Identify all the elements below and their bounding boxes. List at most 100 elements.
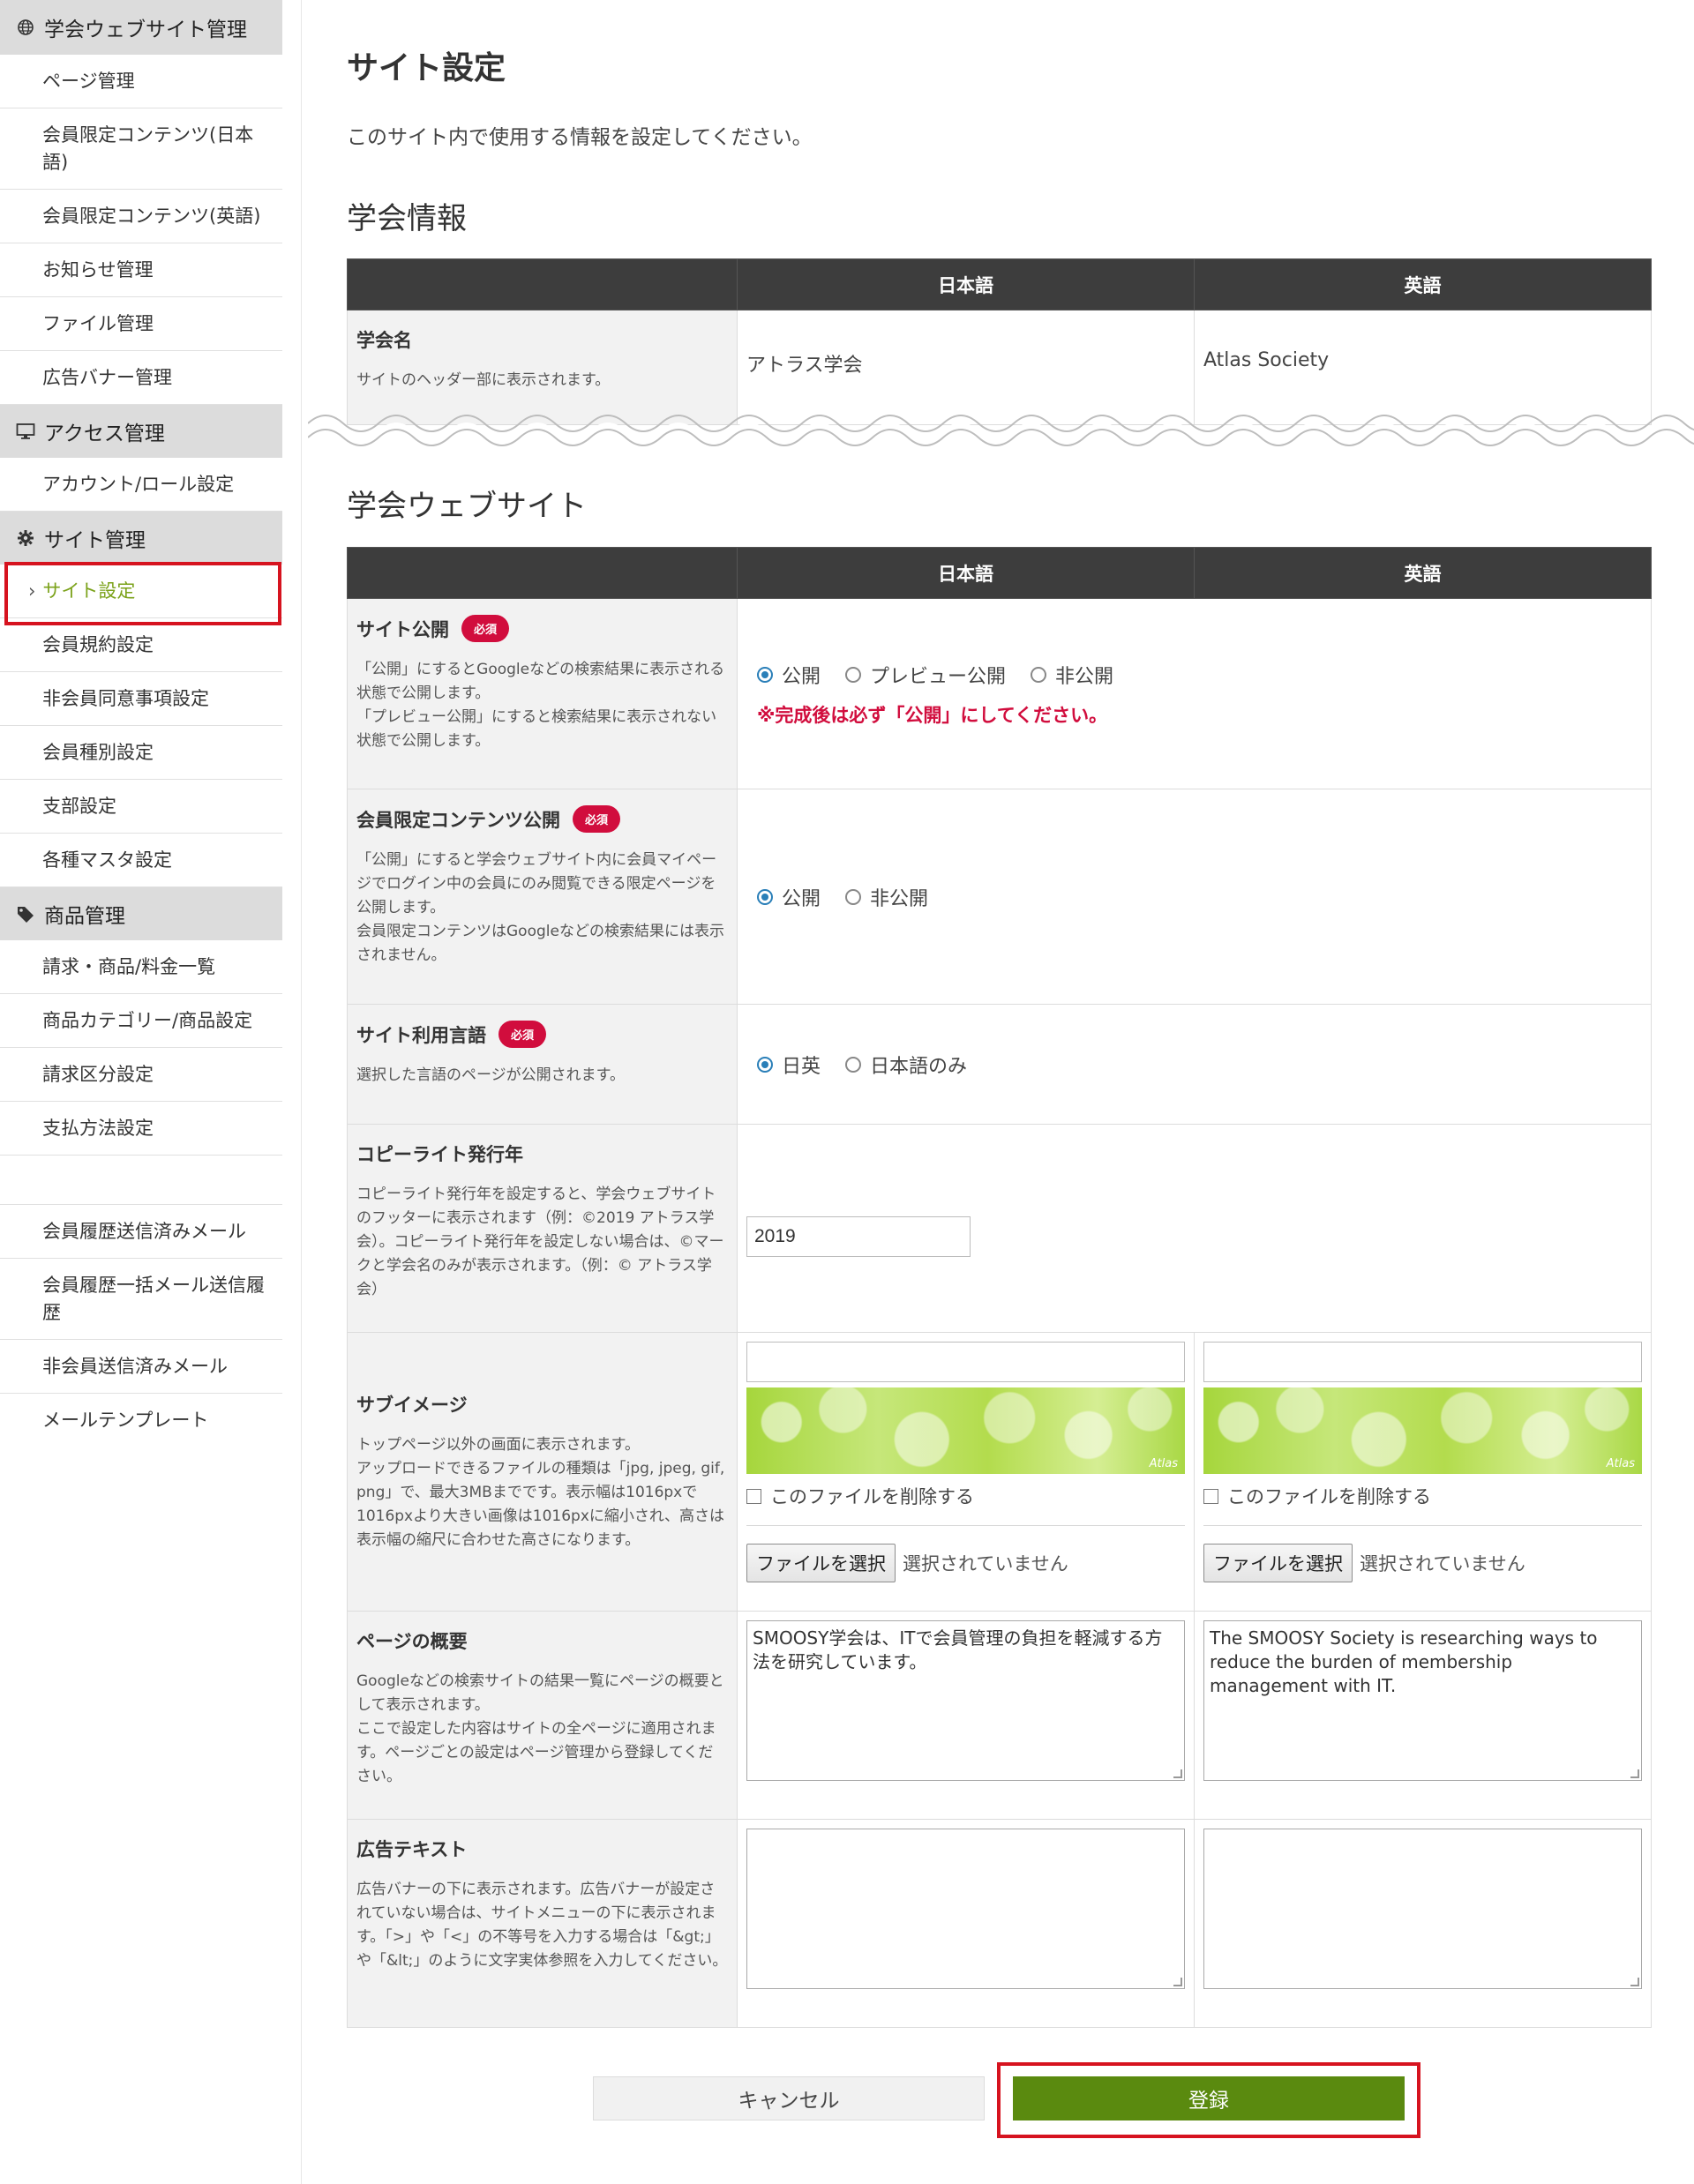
sidebar-section-label: 学会ウェブサイト管理 <box>44 19 247 41</box>
radio-preview-publish[interactable]: プレビュー公開 <box>845 661 1006 689</box>
sidebar-section-website[interactable]: 学会ウェブサイト管理 <box>0 0 282 55</box>
sidebar-item-files[interactable]: ファイル管理 <box>0 297 282 351</box>
sidebar-item-nonmember-mail[interactable]: 非会員送信済みメール <box>0 1340 282 1394</box>
required-badge: 必須 <box>498 1021 547 1048</box>
sub-image-ja-delete[interactable]: このファイルを削除する <box>746 1483 1185 1509</box>
sidebar-item-billing-types[interactable]: 請求区分設定 <box>0 1048 282 1102</box>
checkbox[interactable] <box>746 1488 761 1504</box>
radio-button[interactable] <box>845 1056 862 1073</box>
radio-member-unpublish[interactable]: 非公開 <box>845 883 928 911</box>
sidebar-item-page-management[interactable]: ページ管理 <box>0 55 282 108</box>
sidebar-item-product-categories[interactable]: 商品カテゴリー/商品設定 <box>0 994 282 1048</box>
header-blank <box>347 547 738 599</box>
site-publish-desc: 「公開」にするとGoogleなどの検索結果に表示される状態で公開します。 「プレ… <box>356 661 725 750</box>
sidebar-item-billing-list[interactable]: 請求・商品/料金一覧 <box>0 940 282 994</box>
sidebar-item-bulk-mail-history[interactable]: 会員履歴一括メール送信履歴 <box>0 1259 282 1340</box>
sidebar-item-news[interactable]: お知らせ管理 <box>0 243 282 297</box>
radio-ja-en[interactable]: 日英 <box>757 1051 821 1079</box>
sidebar-item-member-types[interactable]: 会員種別設定 <box>0 726 282 780</box>
radio-ja-only[interactable]: 日本語のみ <box>845 1051 967 1079</box>
checkbox[interactable] <box>1203 1488 1218 1504</box>
sidebar-section-label: アクセス管理 <box>44 423 165 445</box>
sidebar-item-site-settings[interactable]: › サイト設定 <box>0 565 282 618</box>
ad-text-en-textarea[interactable] <box>1203 1829 1642 1989</box>
sidebar-section-products[interactable]: 商品管理 <box>0 887 282 940</box>
sidebar-item-label: 会員履歴送信済みメール <box>42 1220 246 1242</box>
copyright-year-input[interactable] <box>746 1215 971 1257</box>
resize-handle-icon[interactable] <box>1173 1769 1182 1778</box>
page-break-wave <box>308 415 1694 457</box>
sidebar-item-label: 請求・商品/料金一覧 <box>42 955 216 977</box>
sidebar-item-branches[interactable]: 支部設定 <box>0 780 282 834</box>
member-content-label-text: 会員限定コンテンツ公開 <box>356 809 560 831</box>
header-english: 英語 <box>1194 547 1652 599</box>
required-badge: 必須 <box>573 805 621 833</box>
copyright-label: コピーライト発行年 <box>356 1144 523 1165</box>
sidebar-item-member-history-mail[interactable]: 会員履歴送信済みメール <box>0 1205 282 1259</box>
ad-text-label: 広告テキスト <box>356 1839 468 1860</box>
radio-publish[interactable]: 公開 <box>757 661 821 689</box>
cancel-button[interactable]: キャンセル <box>593 2076 985 2120</box>
radio-button[interactable] <box>1031 666 1047 683</box>
submit-button[interactable]: 登録 <box>1013 2076 1405 2120</box>
sub-image-ja-thumbnail: Atlas <box>746 1387 1185 1474</box>
sub-image-ja-path-input[interactable] <box>746 1342 1185 1382</box>
sidebar-item-truncated[interactable] <box>0 1156 282 1205</box>
sidebar-item-label: 商品カテゴリー/商品設定 <box>42 1009 253 1031</box>
radio-unpublish[interactable]: 非公開 <box>1031 661 1113 689</box>
sidebar-section-access[interactable]: アクセス管理 <box>0 405 282 458</box>
overview-ja-textarea[interactable]: SMOOSY学会は、ITで会員管理の負担を軽減する方法を研究しています。 <box>746 1620 1185 1781</box>
radio-label: 公開 <box>782 665 821 688</box>
website-settings-table: 日本語 英語 サイト公開 必須 「公開」にするとGoogleなどの検索結果に表示… <box>347 547 1652 2028</box>
sidebar-item-payment-methods[interactable]: 支払方法設定 <box>0 1102 282 1156</box>
divider <box>746 1525 1185 1526</box>
sidebar-item-masters[interactable]: 各種マスタ設定 <box>0 834 282 887</box>
sub-image-desc: トップページ以外の画面に表示されます。 アップロードできるファイルの種類は「jp… <box>356 1436 725 1549</box>
checkbox-label: このファイルを削除する <box>1227 1486 1431 1507</box>
sidebar-item-nonmember-consent[interactable]: 非会員同意事項設定 <box>0 672 282 726</box>
resize-handle-icon[interactable] <box>1630 1769 1639 1778</box>
sidebar-item-label: 会員限定コンテンツ(英語) <box>42 205 261 227</box>
sub-image-en-thumbnail: Atlas <box>1203 1387 1642 1474</box>
sidebar-item-member-terms[interactable]: 会員規約設定 <box>0 618 282 672</box>
radio-button-selected[interactable] <box>757 888 773 905</box>
section-title-website: 学会ウェブサイト <box>347 489 587 524</box>
sidebar-item-label: メールテンプレート <box>42 1410 209 1431</box>
sidebar-item-member-content-en[interactable]: 会員限定コンテンツ(英語) <box>0 190 282 243</box>
ad-text-ja-textarea[interactable] <box>746 1829 1185 1989</box>
ad-text-en-cell <box>1194 1819 1652 2028</box>
atlas-logo-icon: Atlas <box>1149 1457 1178 1470</box>
sidebar-item-label: 会員限定コンテンツ(日本語) <box>42 123 254 173</box>
sidebar-item-account-role[interactable]: アカウント/ロール設定 <box>0 458 282 512</box>
society-info-table: 日本語 英語 学会名 サイトのヘッダー部に表示されます。 アトラス学会 Atla… <box>347 258 1652 425</box>
ad-text-desc: 広告バナーの下に表示されます。広告バナーが設定されていない場合は、サイトメニュー… <box>356 1881 728 1970</box>
radio-button[interactable] <box>845 888 862 905</box>
radio-button-selected[interactable] <box>757 666 773 683</box>
resize-handle-icon[interactable] <box>1173 1978 1182 1986</box>
sub-image-en-delete[interactable]: このファイルを削除する <box>1203 1483 1642 1509</box>
sidebar-item-label: 広告バナー管理 <box>42 366 172 388</box>
sub-image-en-path-input[interactable] <box>1203 1342 1642 1382</box>
sidebar-section-site[interactable]: サイト管理 <box>0 512 282 565</box>
overview-desc: Googleなどの検索サイトの結果一覧にページの概要として表示されます。 ここで… <box>356 1672 724 1785</box>
resize-handle-icon[interactable] <box>1630 1978 1639 1986</box>
language-desc: 選択した言語のページが公開されます。 <box>356 1066 625 1084</box>
radio-member-publish[interactable]: 公開 <box>757 883 821 911</box>
choose-file-button[interactable]: ファイルを選択 <box>1203 1544 1353 1582</box>
radio-button-selected[interactable] <box>757 1056 773 1073</box>
sidebar-item-mail-templates[interactable]: メールテンプレート <box>0 1394 282 1447</box>
choose-file-button[interactable]: ファイルを選択 <box>746 1544 896 1582</box>
overview-en-textarea[interactable]: The SMOOSY Society is researching ways t… <box>1203 1620 1642 1781</box>
sidebar-item-member-content-ja[interactable]: 会員限定コンテンツ(日本語) <box>0 108 282 190</box>
sidebar-item-label: 非会員同意事項設定 <box>42 687 209 709</box>
member-content-label-cell: 会員限定コンテンツ公開 必須 「公開」にすると学会ウェブサイト内に会員マイページ… <box>347 789 738 1005</box>
radio-label: プレビュー公開 <box>870 665 1007 688</box>
sidebar: 学会ウェブサイト管理 ページ管理 会員限定コンテンツ(日本語) 会員限定コンテン… <box>0 0 302 2184</box>
sidebar-item-ad-banner[interactable]: 広告バナー管理 <box>0 351 282 405</box>
no-file-text: 選択されていません <box>1360 1553 1525 1574</box>
copyright-desc: コピーライト発行年を設定すると、学会ウェブサイトのフッターに表示されます（例：©… <box>356 1185 724 1298</box>
textarea-value: SMOOSY学会は、ITで会員管理の負担を軽減する方法を研究しています。 <box>753 1627 1163 1672</box>
radio-button[interactable] <box>845 666 862 683</box>
radio-label: 日本語のみ <box>870 1055 968 1078</box>
copyright-label-cell: コピーライト発行年 コピーライト発行年を設定すると、学会ウェブサイトのフッターに… <box>347 1124 738 1333</box>
